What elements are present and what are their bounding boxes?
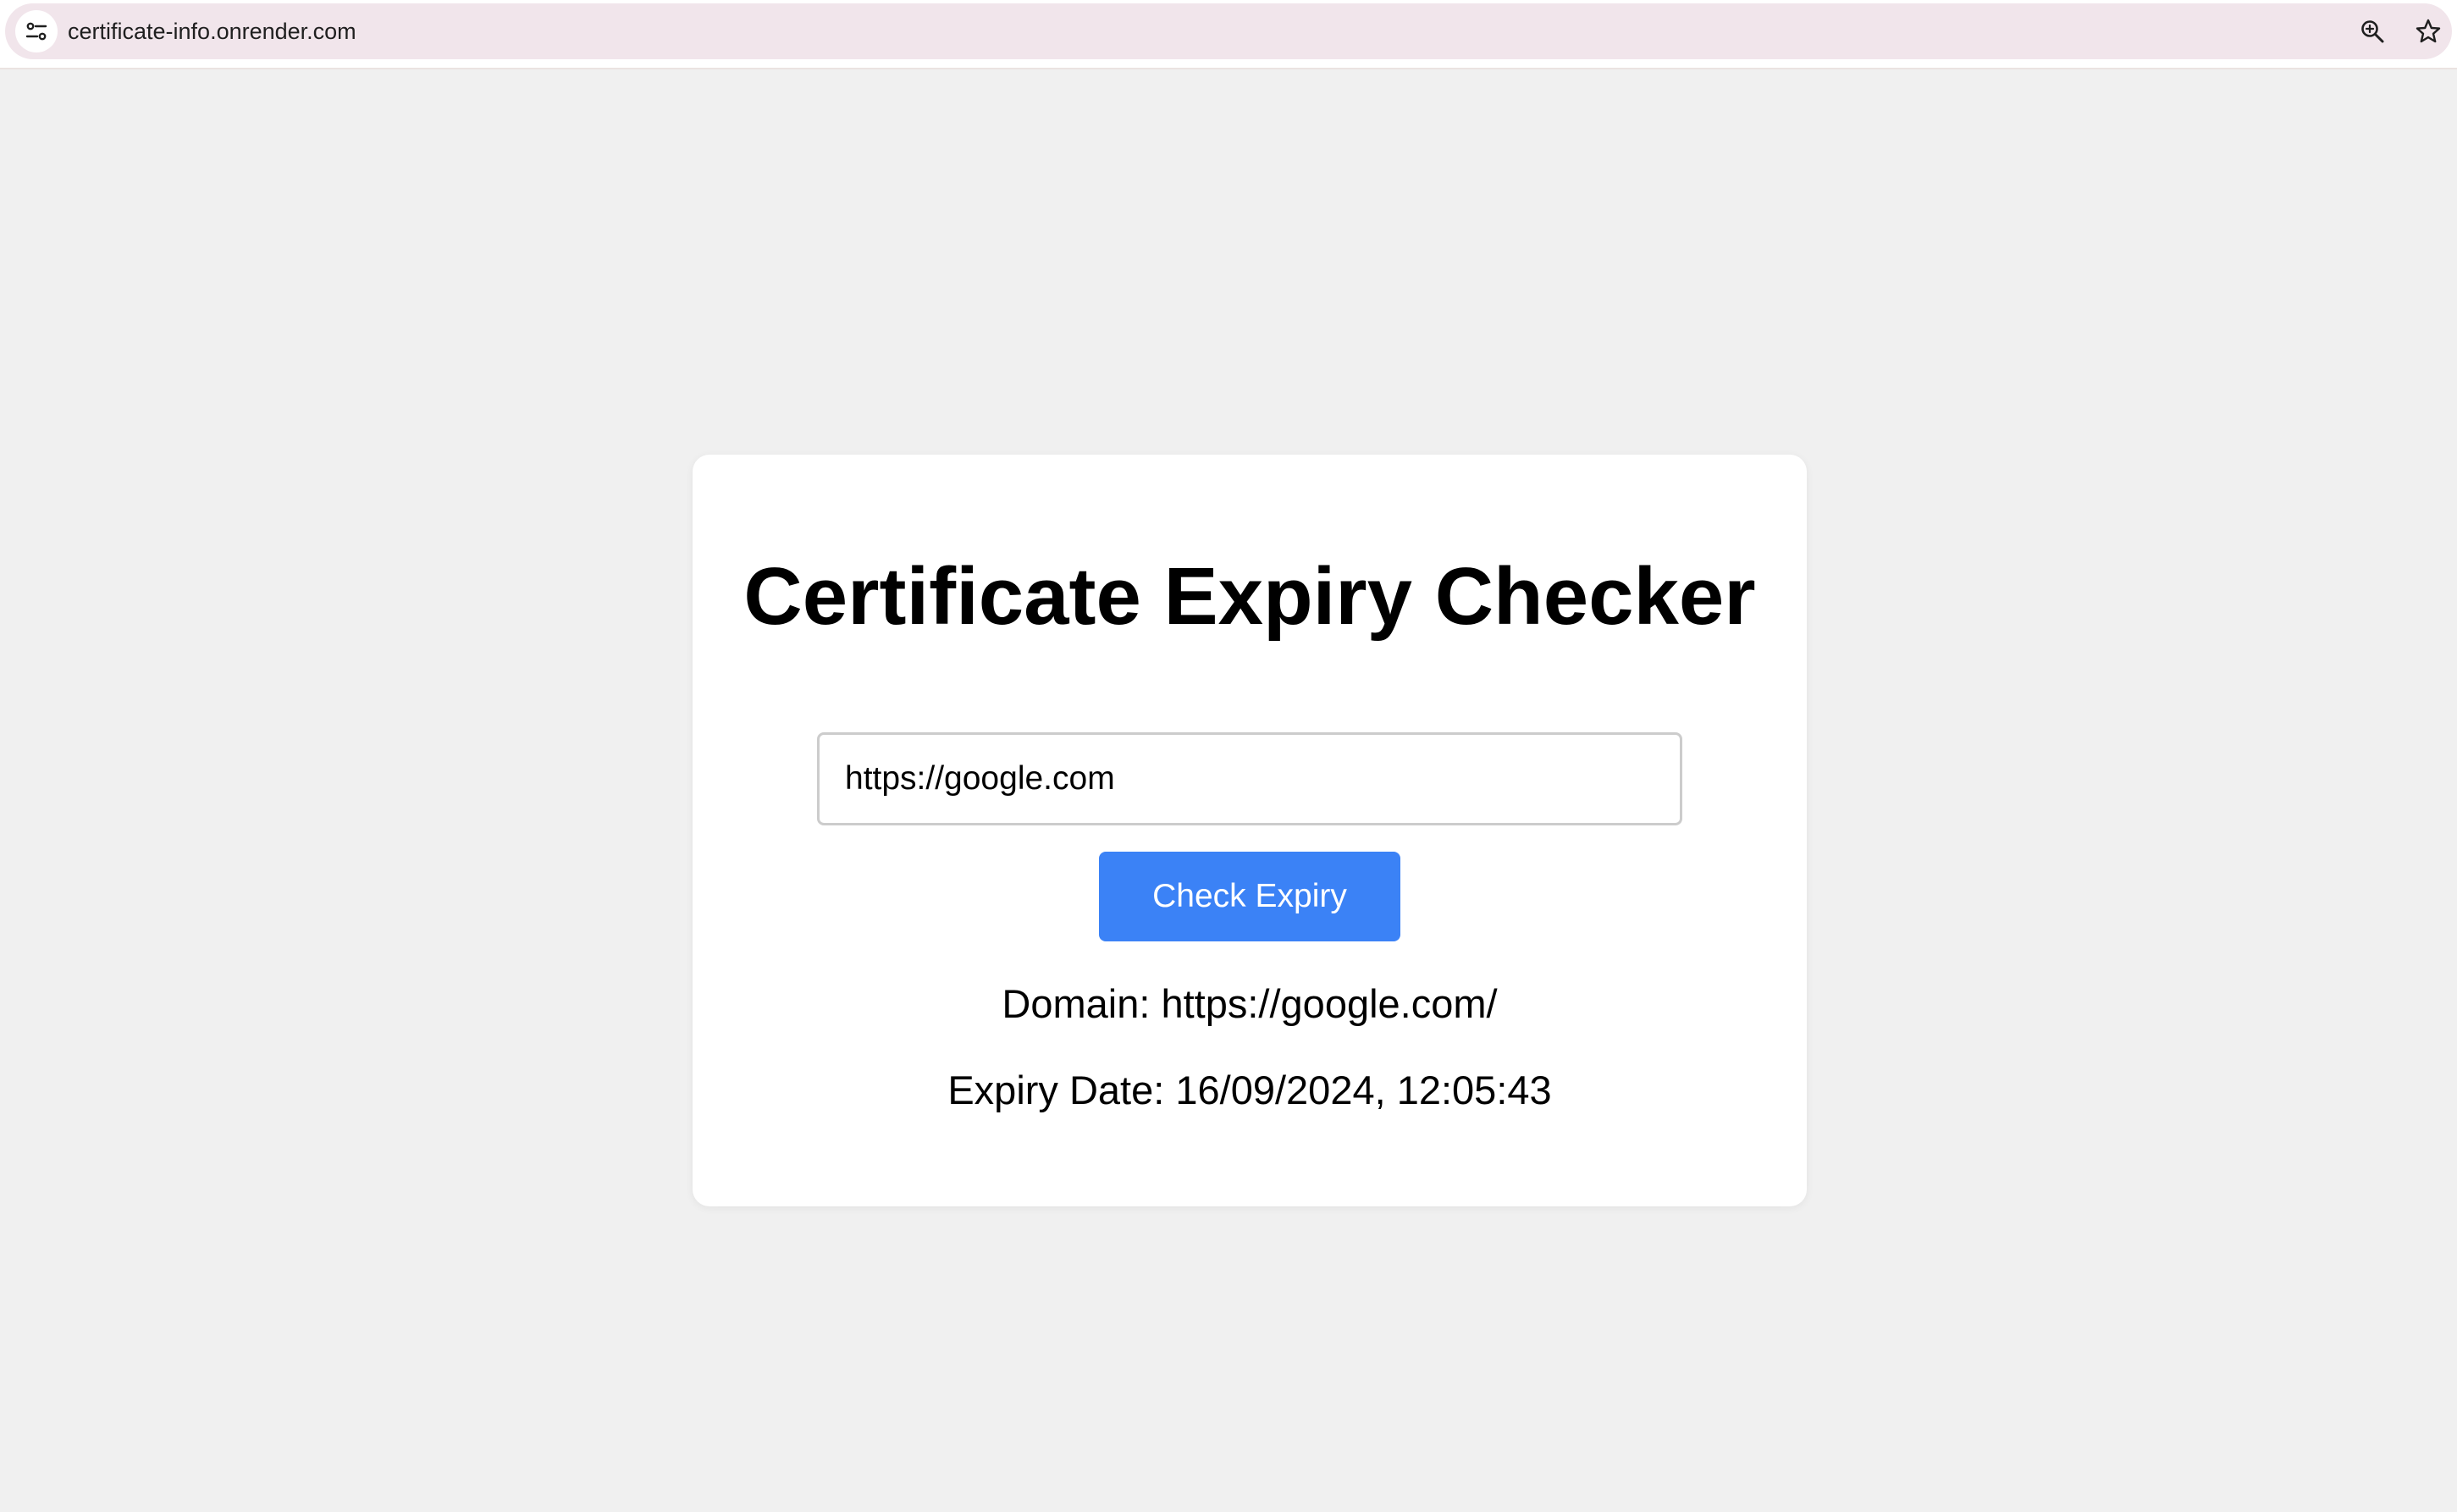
address-bar[interactable]: certificate-info.onrender.com xyxy=(5,3,2452,59)
site-settings-icon[interactable] xyxy=(15,10,58,52)
result-domain: Domain: https://google.com/ xyxy=(1002,981,1498,1026)
page-title: Certificate Expiry Checker xyxy=(743,551,1756,642)
checker-card: Certificate Expiry Checker Check Expiry … xyxy=(693,455,1807,1206)
zoom-icon[interactable] xyxy=(2355,14,2389,48)
check-expiry-button[interactable]: Check Expiry xyxy=(1099,852,1400,941)
url-input[interactable] xyxy=(817,732,1682,825)
result-expiry-date: Expiry Date: 16/09/2024, 12:05:43 xyxy=(947,1068,1552,1112)
url-text[interactable]: certificate-info.onrender.com xyxy=(68,3,356,59)
browser-toolbar: certificate-info.onrender.com xyxy=(0,0,2457,69)
bookmark-star-icon[interactable] xyxy=(2411,14,2445,48)
